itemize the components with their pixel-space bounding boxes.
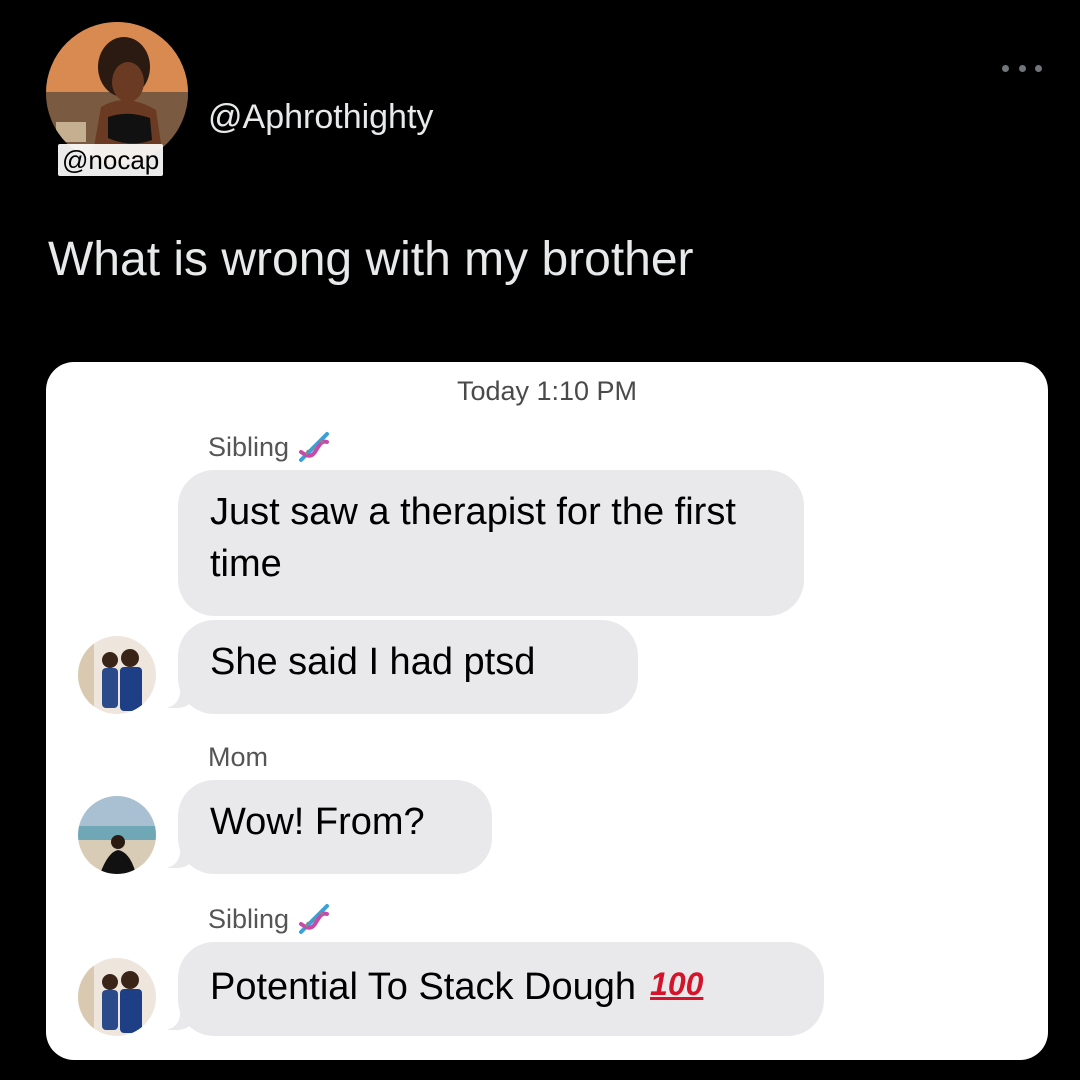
message-text: She said I had ptsd	[210, 641, 536, 683]
message-text: Potential To Stack Dough	[210, 966, 637, 1008]
sender-label: Sibling	[208, 902, 331, 936]
tweet-text: What is wrong with my brother	[48, 233, 694, 286]
sender-name: Mom	[208, 742, 268, 772]
conversation-timestamp: Today 1:10 PM	[456, 376, 638, 406]
tweet-screenshot: @nocap @Aphrothighty What is wrong with …	[0, 0, 1080, 1080]
message-text: Just saw a therapist for the first time	[210, 491, 736, 585]
sender-label: Mom	[208, 742, 268, 773]
more-options-icon[interactable]	[1002, 58, 1042, 78]
dna-icon	[297, 902, 331, 936]
message-bubble: Just saw a therapist for the first time	[178, 470, 804, 616]
message-text: Wow! From?	[210, 801, 425, 843]
user-handle[interactable]: @Aphrothighty	[208, 98, 433, 137]
message-bubble: Wow! From?	[178, 780, 492, 874]
sender-label: Sibling	[208, 430, 331, 464]
sibling-avatar[interactable]	[78, 636, 156, 714]
hundred-points-icon: 100	[650, 966, 704, 1002]
message-bubble: Potential To Stack Dough 100	[178, 942, 824, 1036]
sender-name: Sibling	[208, 431, 290, 462]
sender-name: Sibling	[208, 903, 290, 934]
sibling-avatar[interactable]	[78, 958, 156, 1036]
message-bubble: She said I had ptsd	[178, 620, 638, 714]
watermark-label: @nocap	[58, 144, 164, 176]
mom-avatar[interactable]	[78, 796, 156, 874]
dna-icon	[297, 430, 331, 464]
message-screenshot-card: Today 1:10 PM Sibling Just saw a therapi…	[46, 362, 1048, 1060]
profile-avatar[interactable]	[46, 22, 188, 164]
